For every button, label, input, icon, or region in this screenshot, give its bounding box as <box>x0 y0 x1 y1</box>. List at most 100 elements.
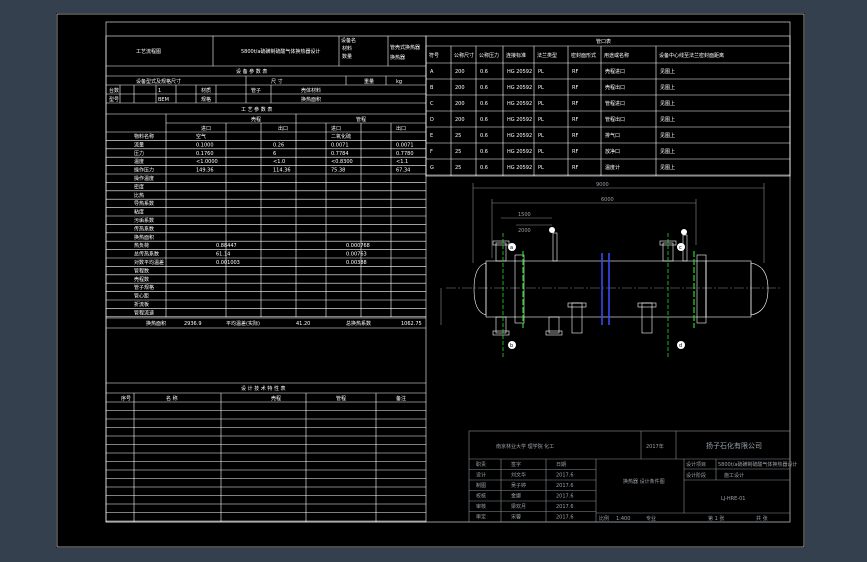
process-value: <1.0000 <box>196 159 218 165</box>
design-col-4: 备注 <box>396 395 406 402</box>
nozzle-cell: 壳程出口 <box>605 84 625 91</box>
process-label: 折流板 <box>134 301 149 308</box>
process-value: 0.0071 <box>396 142 414 148</box>
tb-role: 审定 <box>476 514 486 521</box>
spec-row1-weight: 重量 <box>364 78 374 85</box>
process-value: 0.7784 <box>331 151 349 157</box>
process-label: 热负荷 <box>134 242 149 249</box>
nozzle-cell: RF <box>572 69 578 75</box>
tb-name: 签字 <box>511 461 521 468</box>
title-block: 南京林业大学 理学院 化工 2017年 扬子石化有限公司 职责 签字 日期设计 刘文华… <box>468 430 797 523</box>
process-value: 空气 <box>196 133 206 140</box>
dim-a: 2000 <box>518 228 531 234</box>
marker-c: c <box>677 243 685 251</box>
process-label: 壳程数 <box>134 276 149 283</box>
nozzle-cell: HG 20592 <box>507 149 532 155</box>
svg-text:c: c <box>679 245 682 251</box>
nozzle-cell: 200 <box>455 117 465 123</box>
process-label: 操作温度 <box>134 175 154 182</box>
process-value: 6 <box>273 151 276 157</box>
title-block-grid <box>469 459 596 522</box>
nozzle-cell: 200 <box>455 85 465 91</box>
flange-right <box>696 254 707 324</box>
area-row-2: 平均温差(实际) <box>226 320 260 327</box>
process-value: 0.1000 <box>196 142 214 148</box>
nozzle-cell: RF <box>572 165 578 171</box>
spec-row2-e: 壳体材料 <box>301 87 321 94</box>
tb-date: 2017.6 <box>556 494 574 500</box>
spec-row2-a: 台数 <box>109 87 119 94</box>
area-row-0: 换热面积 <box>146 320 166 327</box>
nozzle-cell: 0.6 <box>480 117 488 123</box>
tb-stage-label: 设计阶段 <box>686 472 706 479</box>
nozzle-cell: 见图上 <box>660 132 675 139</box>
svg-text:b: b <box>510 343 513 349</box>
tb-name: 吴子婷 <box>511 482 526 489</box>
process-lower-value: 61.14 <box>216 252 230 258</box>
nozzle-cell: B <box>430 85 434 91</box>
spec-row3-c: 规格 <box>201 96 211 103</box>
dim-total: 9000 <box>596 182 609 188</box>
nozzle-cell: HG 20592 <box>507 117 532 123</box>
process-label: 粘度 <box>134 209 144 216</box>
nozzle-cell: 0.6 <box>480 133 488 139</box>
nozzle-cell: 25 <box>455 165 461 171</box>
tb-role: 校核 <box>476 493 486 500</box>
tb-project-label: 设计项目 <box>686 461 706 468</box>
nozzle-cell: A <box>430 69 434 75</box>
process-value: 149.36 <box>196 168 214 174</box>
nozzle-cell: 壳程进口 <box>605 68 625 75</box>
tb-role: 审核 <box>476 503 486 510</box>
nozzle-text: 符号 公称尺寸 公称压力 连接标准 法兰类型 密封面形式 用途或名称 设备中心线至法兰密封面距… <box>429 52 724 171</box>
tb-date: 2017.6 <box>556 483 574 489</box>
spec-row3-a: 型号 <box>109 96 119 103</box>
nozzle-title: 管口表 <box>596 38 611 45</box>
drawing-canvas[interactable]: 工艺流程图 5800t/a硫磺制硫酸气体换热器设计 设备名 材料 数量 管壳式换… <box>56 13 805 548</box>
nozzle-cell: HG 20592 <box>507 101 532 107</box>
nozzle-cell: HG 20592 <box>507 133 532 139</box>
nozzle-cell: 0.6 <box>480 101 488 107</box>
svg-text:d: d <box>679 343 682 349</box>
nozzle-header: 公称尺寸 <box>454 52 474 59</box>
process-value: 75.38 <box>331 168 345 174</box>
nozzle-cell: RF <box>572 149 578 155</box>
nozzle-cell: 200 <box>455 69 465 75</box>
design-col-0: 序号 <box>121 395 131 402</box>
process-label: 换热面积 <box>134 234 154 241</box>
tb-no-label: 专业 <box>646 515 656 522</box>
process-value: 114.36 <box>273 168 291 174</box>
nozzle-cell: HG 20592 <box>507 69 532 75</box>
tb-date: 日期 <box>556 462 566 468</box>
spec-row2-d: 管子 <box>251 87 261 94</box>
nozzle-header: 公称压力 <box>479 52 499 59</box>
nozzle-cell: 见图上 <box>660 68 675 75</box>
header-right-c: 换热器 <box>390 54 405 61</box>
process-label: 物料名称 <box>134 133 154 140</box>
nozzle-cell: 见图上 <box>660 116 675 123</box>
nozzle-cell: HG 20592 <box>507 165 532 171</box>
design-col-3: 管程 <box>336 395 346 402</box>
nozzle-cell: 0.6 <box>480 85 488 91</box>
tb-date: 2017.6 <box>556 515 574 521</box>
marker-d: d <box>677 341 685 349</box>
process-value: <1.1 <box>396 159 408 165</box>
spec-title: 设 备 参 数 表 <box>236 68 267 75</box>
nozzle-cell: D <box>430 117 434 123</box>
process-lower-value: 0.88447 <box>216 243 237 249</box>
process-label: 导热系数 <box>134 200 154 207</box>
spec-row1-label: 设备型式及规格尺寸 <box>136 78 181 85</box>
tb-sheet-no: 第 1 张 <box>708 515 724 522</box>
nozzle-cell: 见图上 <box>660 84 675 91</box>
drawing-sheet: 工艺流程图 5800t/a硫磺制硫酸气体换热器设计 设备名 材料 数量 管壳式换… <box>56 13 805 548</box>
process-value: 0.26 <box>273 142 284 148</box>
process-value: 0.7780 <box>396 151 414 157</box>
nozzle-cell: 管程进口 <box>605 100 625 107</box>
spec-row1-size: 尺 寸 <box>271 78 283 85</box>
process-sub-3: 出口 <box>396 125 406 132</box>
exchanger-drawing: 9000 6000 1500 2000 a b c d <box>440 182 781 358</box>
nozzle-cell: RF <box>572 85 578 91</box>
nozzle-cell: RF <box>572 101 578 107</box>
spec-row1-unit: kg <box>396 79 402 85</box>
nozzle-cell: PL <box>538 85 544 91</box>
nozzle-cell: 25 <box>455 149 461 155</box>
